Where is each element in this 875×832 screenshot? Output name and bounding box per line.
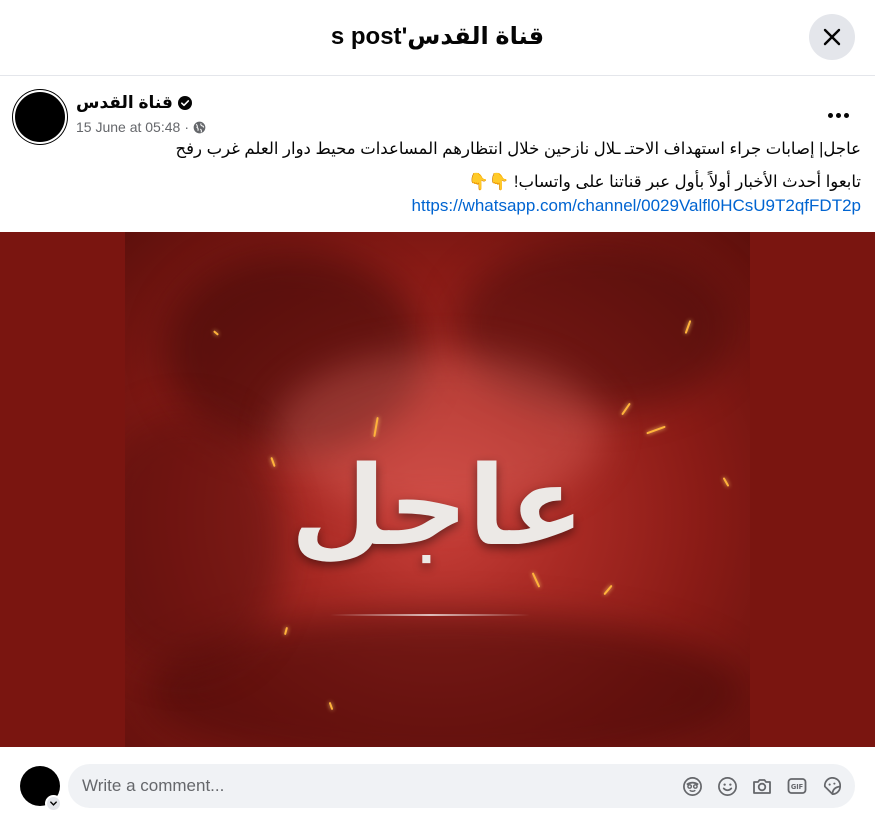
ember — [603, 584, 613, 596]
emoji-icon — [717, 776, 737, 796]
camera-icon — [753, 779, 771, 794]
camera-button[interactable] — [751, 775, 773, 797]
dialog-title: قناة القدس's post — [330, 23, 545, 50]
post-text-line-1: عاجل| إصابات جراء استهداف الاحتـ ـلال نا… — [175, 140, 861, 158]
dialog-header: قناة القدس's post — [0, 0, 875, 76]
breaking-news-text: عاجل — [290, 442, 587, 570]
post-media[interactable]: عاجل — [0, 232, 875, 747]
close-button[interactable] — [809, 14, 855, 60]
profile-switch-button[interactable] — [45, 795, 62, 812]
avatar-sticker-button[interactable] — [681, 775, 703, 797]
post-header: قناة القدس 15 June at 05:48 · عاجل| إصاب… — [0, 76, 875, 231]
comment-input-wrapper: GIF — [68, 764, 855, 808]
gif-button[interactable]: GIF — [786, 775, 808, 797]
more-icon — [827, 112, 833, 118]
post-text-line-2: تابعوا أحدث الأخبار أولاً بأول عبر قناتن… — [468, 173, 861, 191]
avatar-sticker-icon — [682, 776, 702, 796]
comment-bar: GIF — [0, 747, 875, 832]
verified-icon — [177, 96, 192, 110]
chevron-down-icon — [50, 801, 57, 806]
whatsapp-channel-link[interactable]: https://whatsapp.com/channel/0029Valfl0H… — [412, 196, 861, 216]
emoji-button[interactable] — [716, 775, 738, 797]
more-options-button[interactable] — [822, 102, 854, 128]
ember — [646, 425, 666, 435]
page-name[interactable]: قناة القدس — [76, 93, 173, 113]
breaking-news-image[interactable]: عاجل — [125, 232, 750, 747]
post-meta: 15 June at 05:48 · — [76, 119, 206, 135]
comment-input[interactable] — [82, 764, 642, 808]
decorative-rule — [330, 614, 530, 616]
meta-separator: · — [184, 119, 189, 135]
svg-text:GIF: GIF — [791, 783, 803, 791]
ember — [531, 572, 541, 588]
gif-icon: GIF — [787, 778, 807, 794]
sticker-icon — [823, 776, 841, 795]
page-avatar[interactable] — [15, 92, 65, 142]
post-time[interactable]: 15 June at 05:48 — [76, 119, 180, 135]
sticker-button[interactable] — [821, 775, 843, 797]
close-icon — [823, 28, 841, 46]
page-name-row: قناة القدس — [76, 93, 192, 113]
globe-icon — [193, 121, 206, 133]
